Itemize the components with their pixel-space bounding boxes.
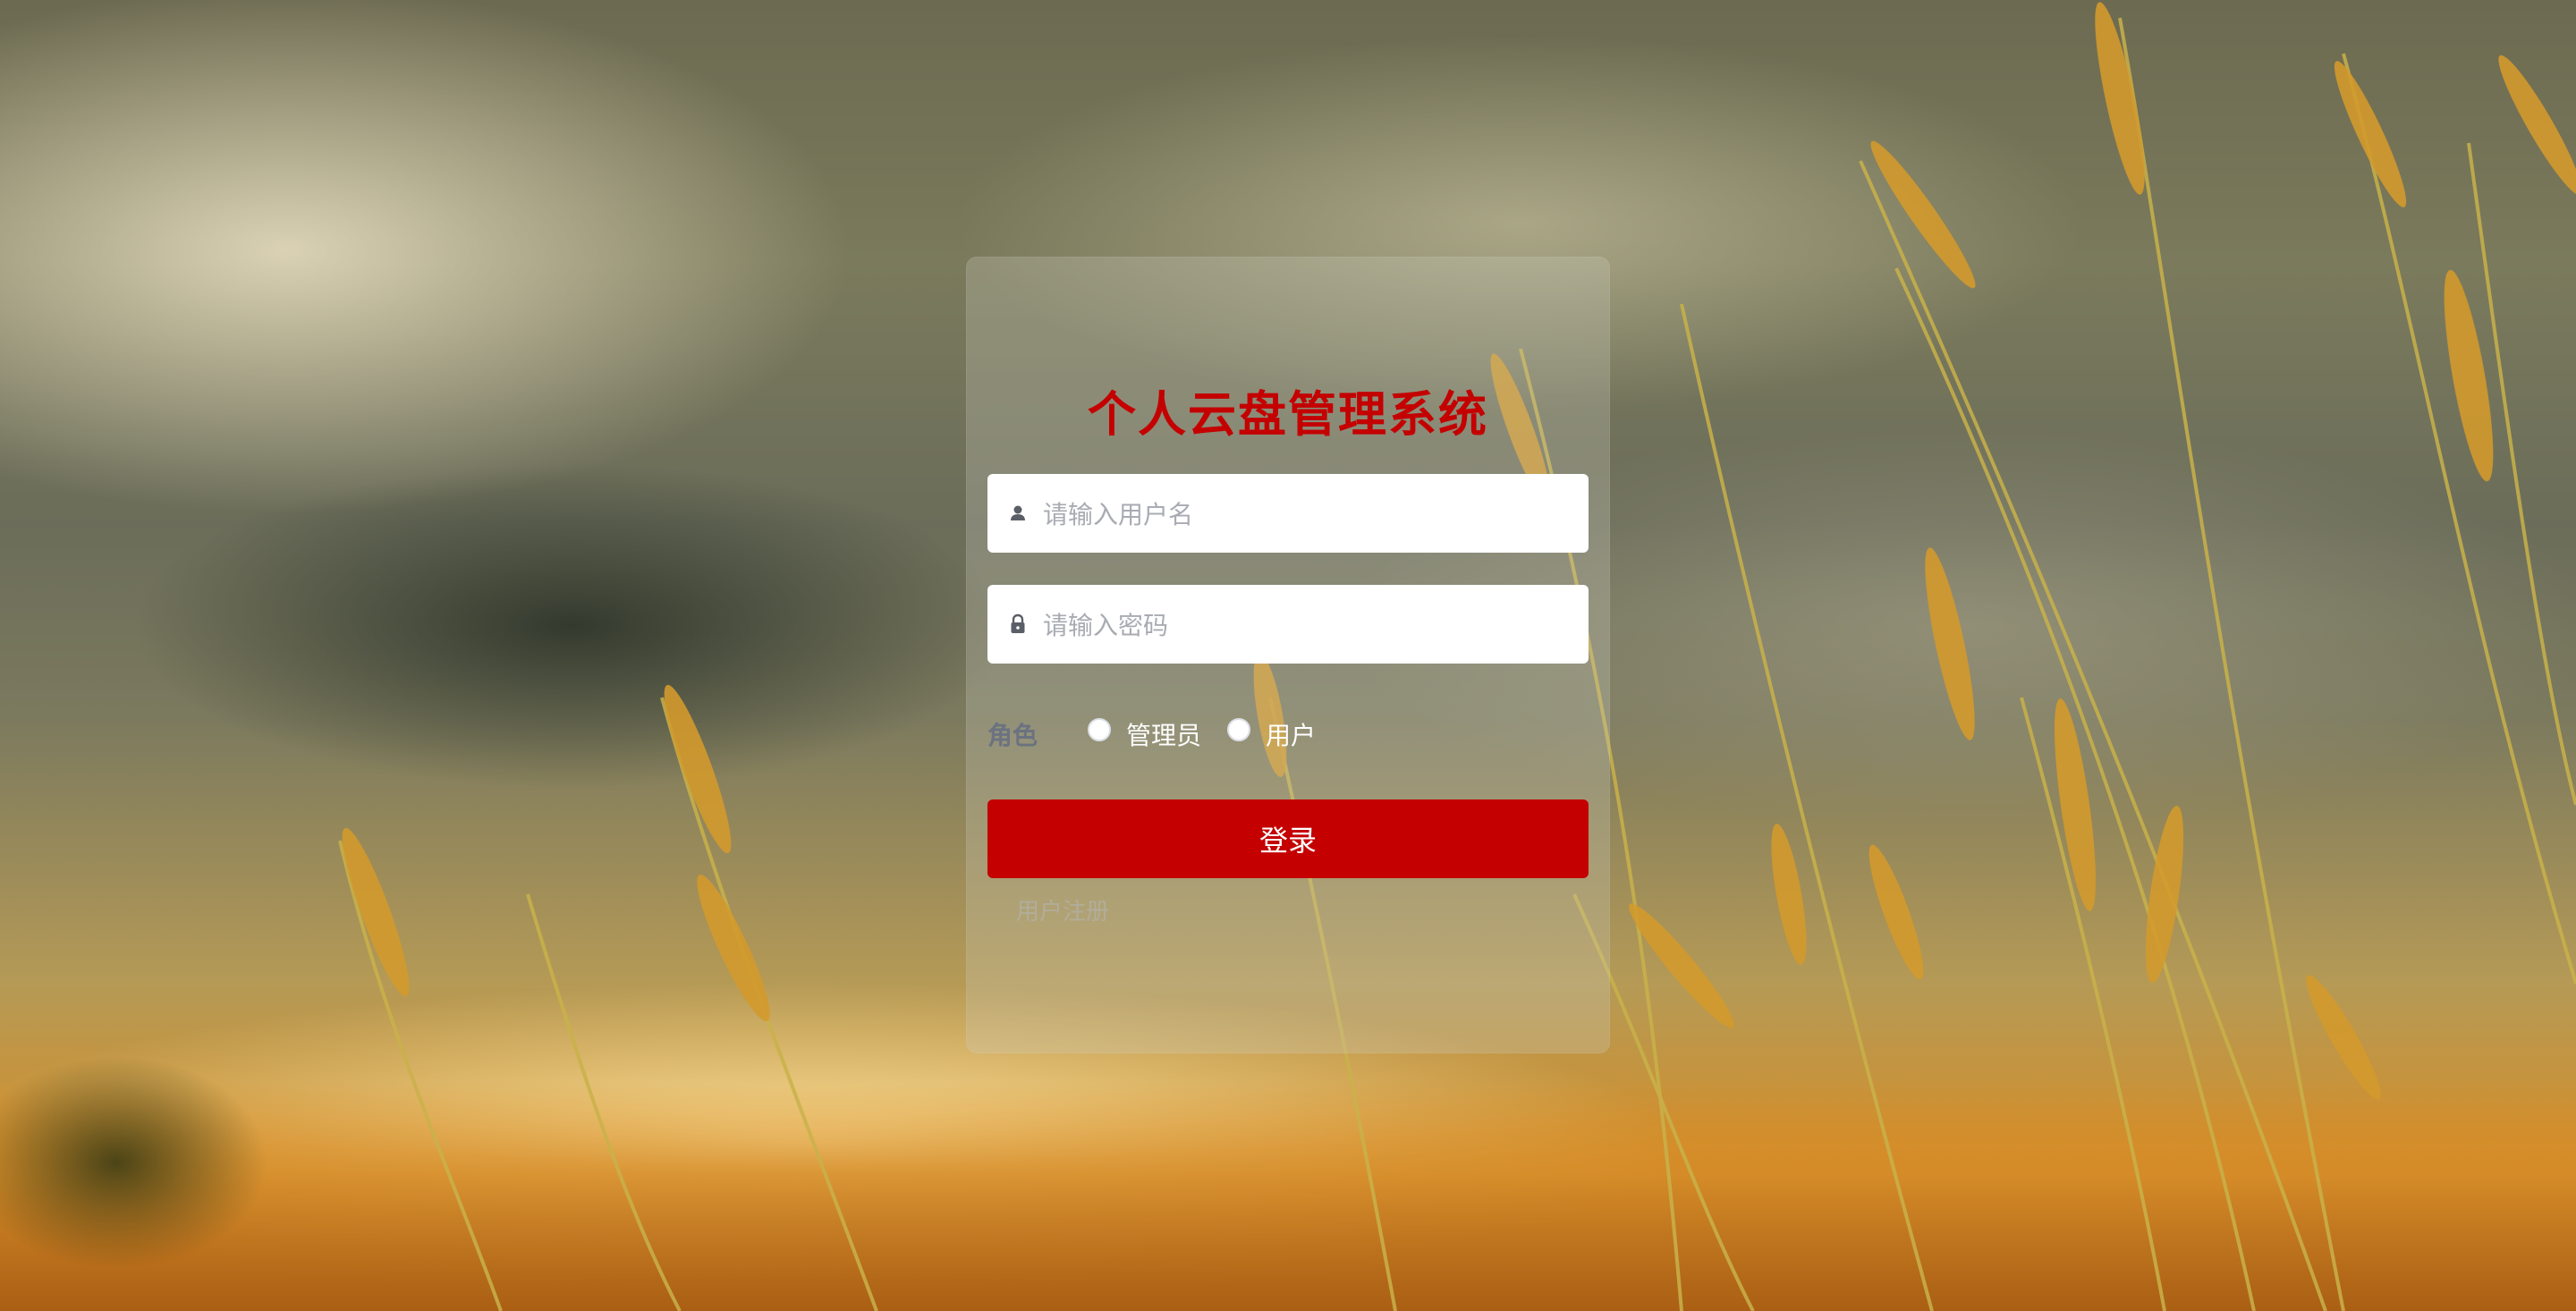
register-link[interactable]: 用户注册 — [1016, 893, 1109, 926]
password-field[interactable] — [987, 585, 1589, 665]
password-input[interactable] — [1041, 585, 1572, 665]
login-panel: 个人云盘管理系统 角色 管理员 用户 登录 用户注册 — [966, 257, 1610, 1053]
login-button[interactable]: 登录 — [987, 799, 1589, 878]
role-selector: 角色 管理员 用户 — [987, 711, 1589, 756]
username-field[interactable] — [987, 474, 1589, 554]
lock-icon — [1011, 613, 1025, 633]
role-label: 角色 — [987, 721, 1038, 750]
role-radio-user-label[interactable]: 用户 — [1266, 716, 1316, 752]
role-radio-user[interactable] — [1227, 718, 1250, 741]
username-input[interactable] — [1041, 474, 1572, 554]
page-title: 个人云盘管理系统 — [1088, 386, 1488, 443]
user-icon — [1011, 505, 1025, 520]
role-radio-admin[interactable] — [1088, 718, 1111, 741]
role-radio-admin-label[interactable]: 管理员 — [1126, 716, 1201, 752]
